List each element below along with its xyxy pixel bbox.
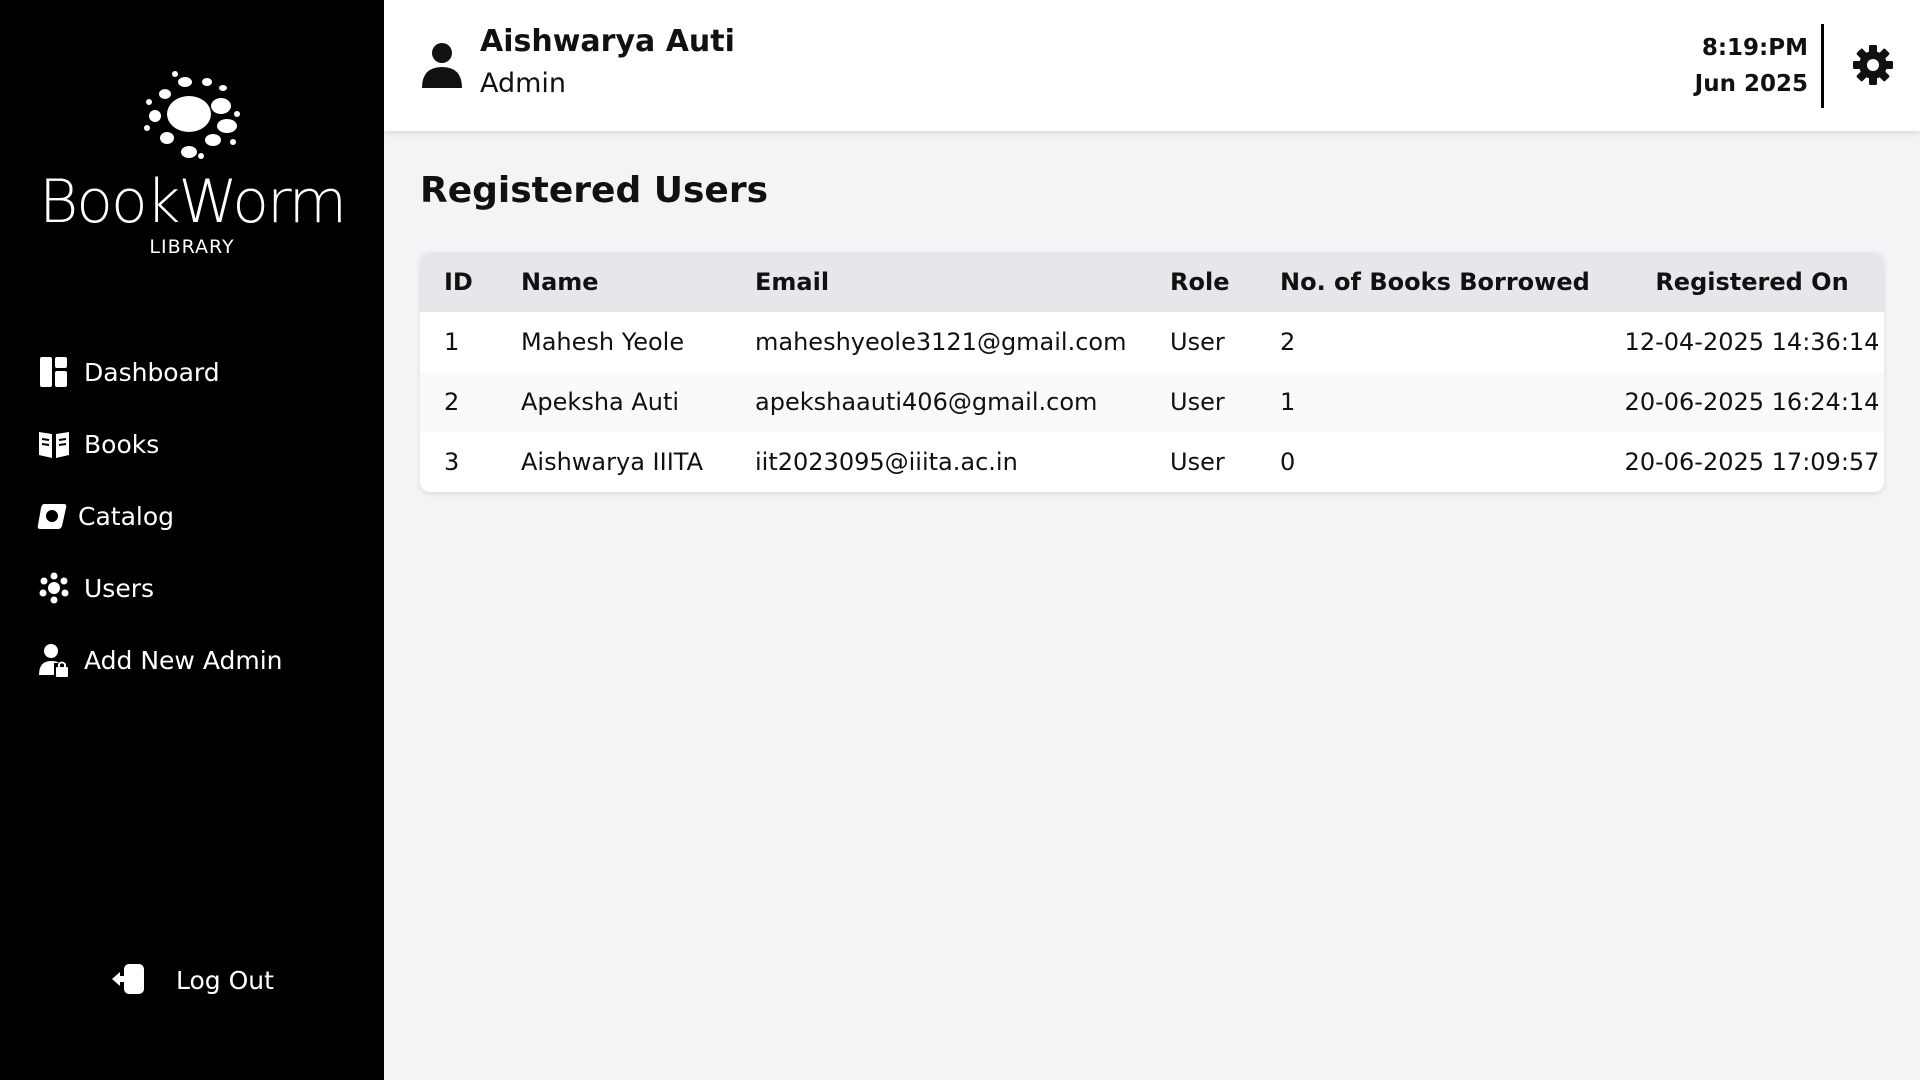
current-date: Jun 2025 bbox=[1694, 71, 1808, 97]
user-role: Admin bbox=[480, 68, 567, 99]
cell-books-borrowed: 1 bbox=[1280, 388, 1296, 416]
sidebar-item-catalog[interactable]: Catalog bbox=[0, 480, 384, 552]
users-icon bbox=[38, 572, 70, 604]
logo-mark-icon bbox=[144, 71, 240, 159]
cell-role: User bbox=[1170, 328, 1225, 356]
sidebar-item-dashboard[interactable]: Dashboard bbox=[0, 336, 384, 408]
logout-button[interactable]: Log Out bbox=[110, 962, 274, 998]
top-header: Aishwarya Auti Admin 8:19:PM Jun 2025 bbox=[384, 0, 1920, 131]
sidebar-item-label: Catalog bbox=[78, 501, 175, 531]
clock: 8:19:PM Jun 2025 bbox=[1695, 30, 1808, 102]
cell-email: maheshyeole3121@gmail.com bbox=[755, 328, 1127, 356]
cell-registered-on: 20-06-2025 16:24:14 bbox=[1624, 388, 1880, 416]
column-header-registered-on[interactable]: Registered On bbox=[1620, 252, 1884, 312]
table-row[interactable]: 3 Aishwarya IIITA iit2023095@iiita.ac.in… bbox=[420, 432, 1884, 492]
sidebar-item-users[interactable]: Users bbox=[0, 552, 384, 624]
book-icon bbox=[38, 428, 70, 460]
brand-name: BookWorm bbox=[38, 167, 347, 237]
add-admin-icon bbox=[38, 644, 70, 677]
sidebar-item-books[interactable]: Books bbox=[0, 408, 384, 480]
users-table: ID Name Email Role No. of Books Borrowed… bbox=[420, 252, 1884, 492]
cell-books-borrowed: 2 bbox=[1280, 328, 1296, 356]
brand-subtitle: LIBRARY bbox=[149, 236, 235, 258]
sidebar-item-add-new-admin[interactable]: Add New Admin bbox=[0, 624, 384, 696]
sidebar-nav: Dashboard Books Catalog Users Add New Ad… bbox=[0, 336, 384, 696]
cell-books-borrowed: 0 bbox=[1280, 448, 1296, 476]
gear-icon[interactable] bbox=[1852, 44, 1894, 86]
table-row[interactable]: 1 Mahesh Yeole maheshyeole3121@gmail.com… bbox=[420, 312, 1884, 372]
cell-role: User bbox=[1170, 448, 1225, 476]
catalog-icon bbox=[36, 500, 68, 532]
cell-name: Apeksha Auti bbox=[521, 388, 680, 416]
cell-registered-on: 12-04-2025 14:36:14 bbox=[1624, 328, 1880, 356]
brand-logo: BookWorm LIBRARY bbox=[0, 68, 384, 258]
column-header-id[interactable]: ID bbox=[420, 252, 521, 312]
table-header-row: ID Name Email Role No. of Books Borrowed… bbox=[420, 252, 1884, 312]
current-time: 8:19:PM bbox=[1701, 35, 1808, 61]
sidebar-item-label: Books bbox=[84, 429, 160, 459]
sidebar-item-label: Add New Admin bbox=[84, 645, 283, 675]
cell-name: Aishwarya IIITA bbox=[521, 448, 703, 476]
cell-id: 2 bbox=[444, 388, 460, 416]
logout-label: Log Out bbox=[176, 965, 274, 995]
column-header-role[interactable]: Role bbox=[1170, 252, 1280, 312]
user-name: Aishwarya Auti bbox=[480, 24, 735, 59]
logout-icon bbox=[110, 962, 146, 998]
sidebar: BookWorm LIBRARY Dashboard Books Catalog bbox=[0, 0, 384, 1080]
page-title: Registered Users bbox=[420, 170, 769, 211]
column-header-books-borrowed[interactable]: No. of Books Borrowed bbox=[1280, 252, 1620, 312]
table-row[interactable]: 2 Apeksha Auti apekshaauti406@gmail.com … bbox=[420, 372, 1884, 432]
cell-email: iit2023095@iiita.ac.in bbox=[755, 448, 1018, 476]
column-header-name[interactable]: Name bbox=[521, 252, 755, 312]
cell-registered-on: 20-06-2025 17:09:57 bbox=[1624, 448, 1880, 476]
header-divider bbox=[1821, 24, 1824, 108]
cell-id: 1 bbox=[444, 328, 460, 356]
cell-name: Mahesh Yeole bbox=[521, 328, 685, 356]
sidebar-item-label: Users bbox=[84, 573, 155, 603]
users-table-card: ID Name Email Role No. of Books Borrowed… bbox=[420, 252, 1884, 492]
dashboard-icon bbox=[38, 356, 70, 388]
user-avatar-icon bbox=[422, 43, 462, 88]
cell-role: User bbox=[1170, 388, 1225, 416]
sidebar-item-label: Dashboard bbox=[84, 357, 220, 387]
column-header-email[interactable]: Email bbox=[755, 252, 1170, 312]
cell-id: 3 bbox=[444, 448, 460, 476]
cell-email: apekshaauti406@gmail.com bbox=[755, 388, 1098, 416]
